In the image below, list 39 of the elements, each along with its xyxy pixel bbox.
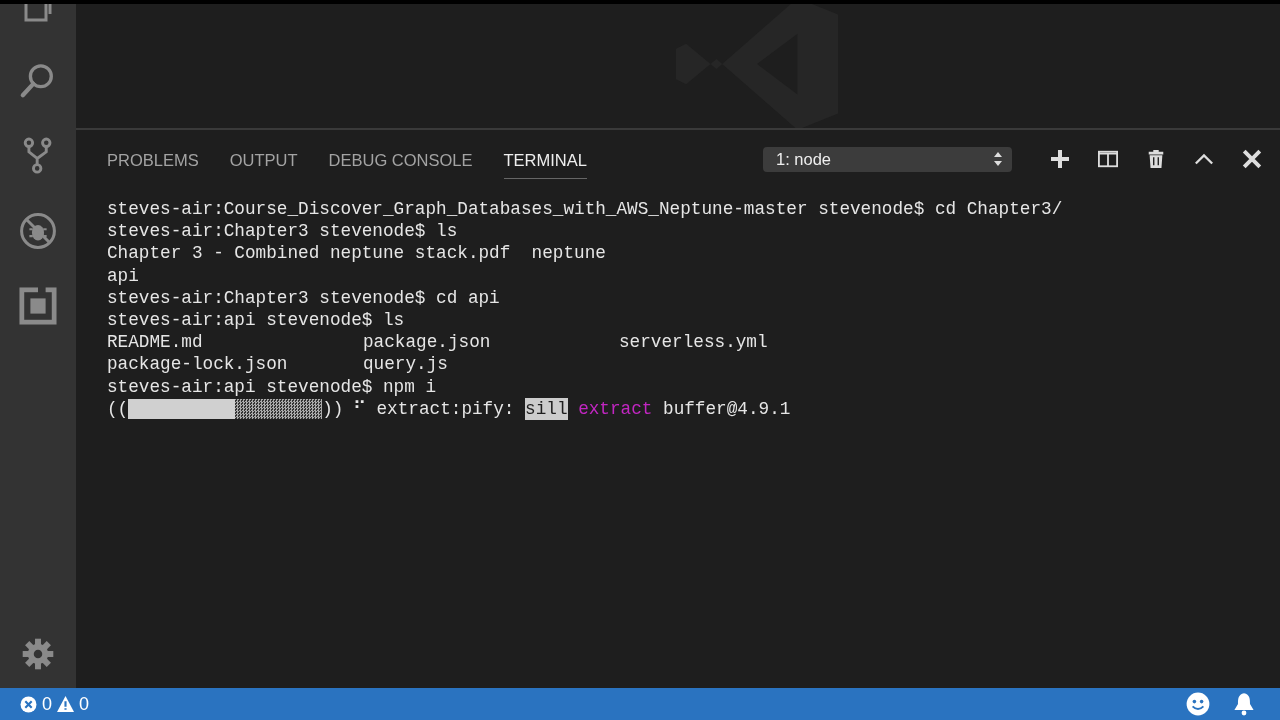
spinner-text: ⠋ xyxy=(353,397,367,420)
panel-tab[interactable]: TERMINAL xyxy=(503,143,587,179)
bracket-text: (( xyxy=(107,397,129,420)
problems-indicator[interactable]: 0 0 xyxy=(20,693,90,715)
panel-tab[interactable]: DEBUG CONSOLE xyxy=(328,143,473,179)
add-icon[interactable] xyxy=(1050,149,1070,169)
file-name: package-lock.json xyxy=(107,353,289,376)
extensions-icon[interactable] xyxy=(19,287,57,325)
close-icon[interactable] xyxy=(1242,149,1262,169)
terminal-line: api xyxy=(107,264,140,287)
error-icon xyxy=(20,695,37,713)
log-action-text: extract xyxy=(578,397,653,420)
settings-icon[interactable] xyxy=(21,637,55,671)
log-level-text: sill xyxy=(525,397,568,420)
debug-icon[interactable] xyxy=(19,212,57,250)
warning-icon xyxy=(57,695,74,713)
error-count: 0 xyxy=(42,693,52,715)
terminal-line: steves-air:Course_Discover_Graph_Databases_with_AWS_Neptune-master stevenode$ cd Chapter3/ xyxy=(107,198,1064,221)
file-name: serverless.yml xyxy=(619,331,769,354)
terminal-line: steves-air:api stevenode$ npm i xyxy=(107,375,438,398)
terminal-line: steves-air:Chapter3 stevenode$ cd api xyxy=(107,286,501,309)
warning-count: 0 xyxy=(79,693,90,715)
file-name: README.md xyxy=(107,331,204,354)
log-text: extract:pify: xyxy=(376,397,515,420)
terminal-line: steves-air:api stevenode$ ls xyxy=(107,309,406,332)
panel-tab[interactable]: OUTPUT xyxy=(229,143,298,179)
trash-icon[interactable] xyxy=(1146,149,1166,169)
terminal-select[interactable]: 1: node xyxy=(763,146,1012,172)
file-name: package.json xyxy=(363,331,492,354)
updown-icon xyxy=(994,152,1002,166)
split-icon[interactable] xyxy=(1098,149,1118,169)
bracket-text: )) xyxy=(322,397,344,420)
log-text: buffer@4.9.1 xyxy=(663,397,791,420)
file-name: query.js xyxy=(363,353,449,376)
terminal-line: Chapter 3 - Combined neptune stack.pdf neptune xyxy=(107,242,607,265)
bell-icon[interactable] xyxy=(1232,692,1256,716)
smiley-icon[interactable] xyxy=(1186,692,1210,716)
panel-tab[interactable]: PROBLEMS xyxy=(107,143,199,179)
terminal-line: steves-air:Chapter3 stevenode$ ls xyxy=(107,220,459,243)
